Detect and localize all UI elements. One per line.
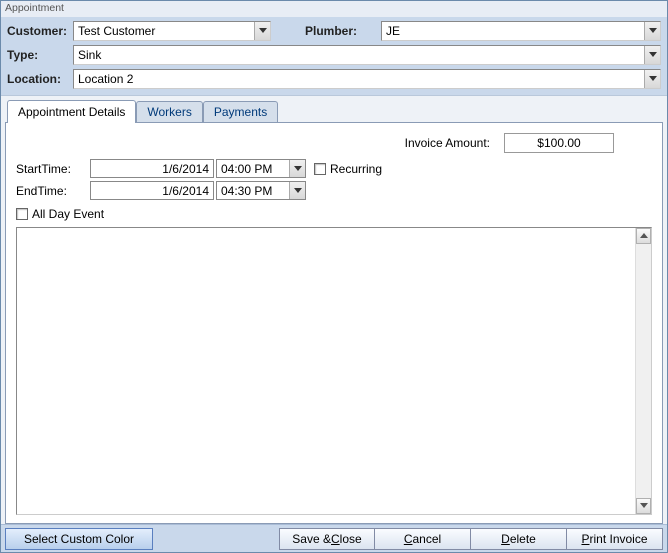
end-date-field[interactable]: 1/6/2014 <box>90 181 214 200</box>
invoice-amount-label: Invoice Amount: <box>405 136 490 150</box>
chevron-down-icon[interactable] <box>644 70 660 88</box>
cancel-button[interactable]: Cancel <box>375 528 471 550</box>
header-form: Customer: Test Customer Plumber: JE Type… <box>1 17 667 96</box>
customer-value: Test Customer <box>74 22 254 40</box>
start-time-label: StartTime: <box>16 162 88 176</box>
recurring-checkbox[interactable] <box>314 163 326 175</box>
customer-label: Customer: <box>7 24 69 38</box>
start-time-dropdown[interactable]: 04:00 PM <box>216 159 306 178</box>
invoice-amount-field[interactable]: $100.00 <box>504 133 614 153</box>
type-dropdown[interactable]: Sink <box>73 45 661 65</box>
tab-payments[interactable]: Payments <box>203 101 278 122</box>
all-day-checkbox[interactable] <box>16 208 28 220</box>
window-title: Appointment <box>1 1 667 17</box>
save-and-close-button[interactable]: Save & Close <box>279 528 375 550</box>
chevron-down-icon[interactable] <box>289 182 305 199</box>
start-time-value: 04:00 PM <box>217 160 289 177</box>
location-value: Location 2 <box>74 70 644 88</box>
tab-panel-details: Invoice Amount: $100.00 StartTime: 1/6/2… <box>5 122 663 524</box>
plumber-dropdown[interactable]: JE <box>381 21 661 41</box>
recurring-label: Recurring <box>330 162 382 176</box>
print-invoice-button[interactable]: Print Invoice <box>567 528 663 550</box>
location-dropdown[interactable]: Location 2 <box>73 69 661 89</box>
end-time-value: 04:30 PM <box>217 182 289 199</box>
appointment-window: Appointment Customer: Test Customer Plum… <box>0 0 668 553</box>
chevron-down-icon[interactable] <box>289 160 305 177</box>
type-value: Sink <box>74 46 644 64</box>
tab-appointment-details[interactable]: Appointment Details <box>7 100 136 123</box>
vertical-scrollbar[interactable] <box>635 228 651 514</box>
tabs-container: Appointment Details Workers Payments Inv… <box>1 96 667 524</box>
footer-button-group: Save & Close Cancel Delete Print Invoice <box>279 528 663 550</box>
location-label: Location: <box>7 72 69 86</box>
chevron-down-icon[interactable] <box>644 46 660 64</box>
scroll-down-icon[interactable] <box>636 498 651 514</box>
customer-dropdown[interactable]: Test Customer <box>73 21 271 41</box>
tab-strip: Appointment Details Workers Payments <box>5 100 663 122</box>
plumber-value: JE <box>382 22 644 40</box>
chevron-down-icon[interactable] <box>254 22 270 40</box>
chevron-down-icon[interactable] <box>644 22 660 40</box>
start-date-field[interactable]: 1/6/2014 <box>90 159 214 178</box>
scroll-up-icon[interactable] <box>636 228 651 244</box>
delete-button[interactable]: Delete <box>471 528 567 550</box>
notes-textarea[interactable] <box>16 227 652 515</box>
tab-workers[interactable]: Workers <box>136 101 202 122</box>
all-day-label: All Day Event <box>32 207 104 221</box>
type-label: Type: <box>7 48 69 62</box>
end-time-label: EndTime: <box>16 184 88 198</box>
end-time-dropdown[interactable]: 04:30 PM <box>216 181 306 200</box>
select-custom-color-button[interactable]: Select Custom Color <box>5 528 153 550</box>
footer-bar: Select Custom Color Save & Close Cancel … <box>1 524 667 552</box>
plumber-label: Plumber: <box>305 24 357 38</box>
